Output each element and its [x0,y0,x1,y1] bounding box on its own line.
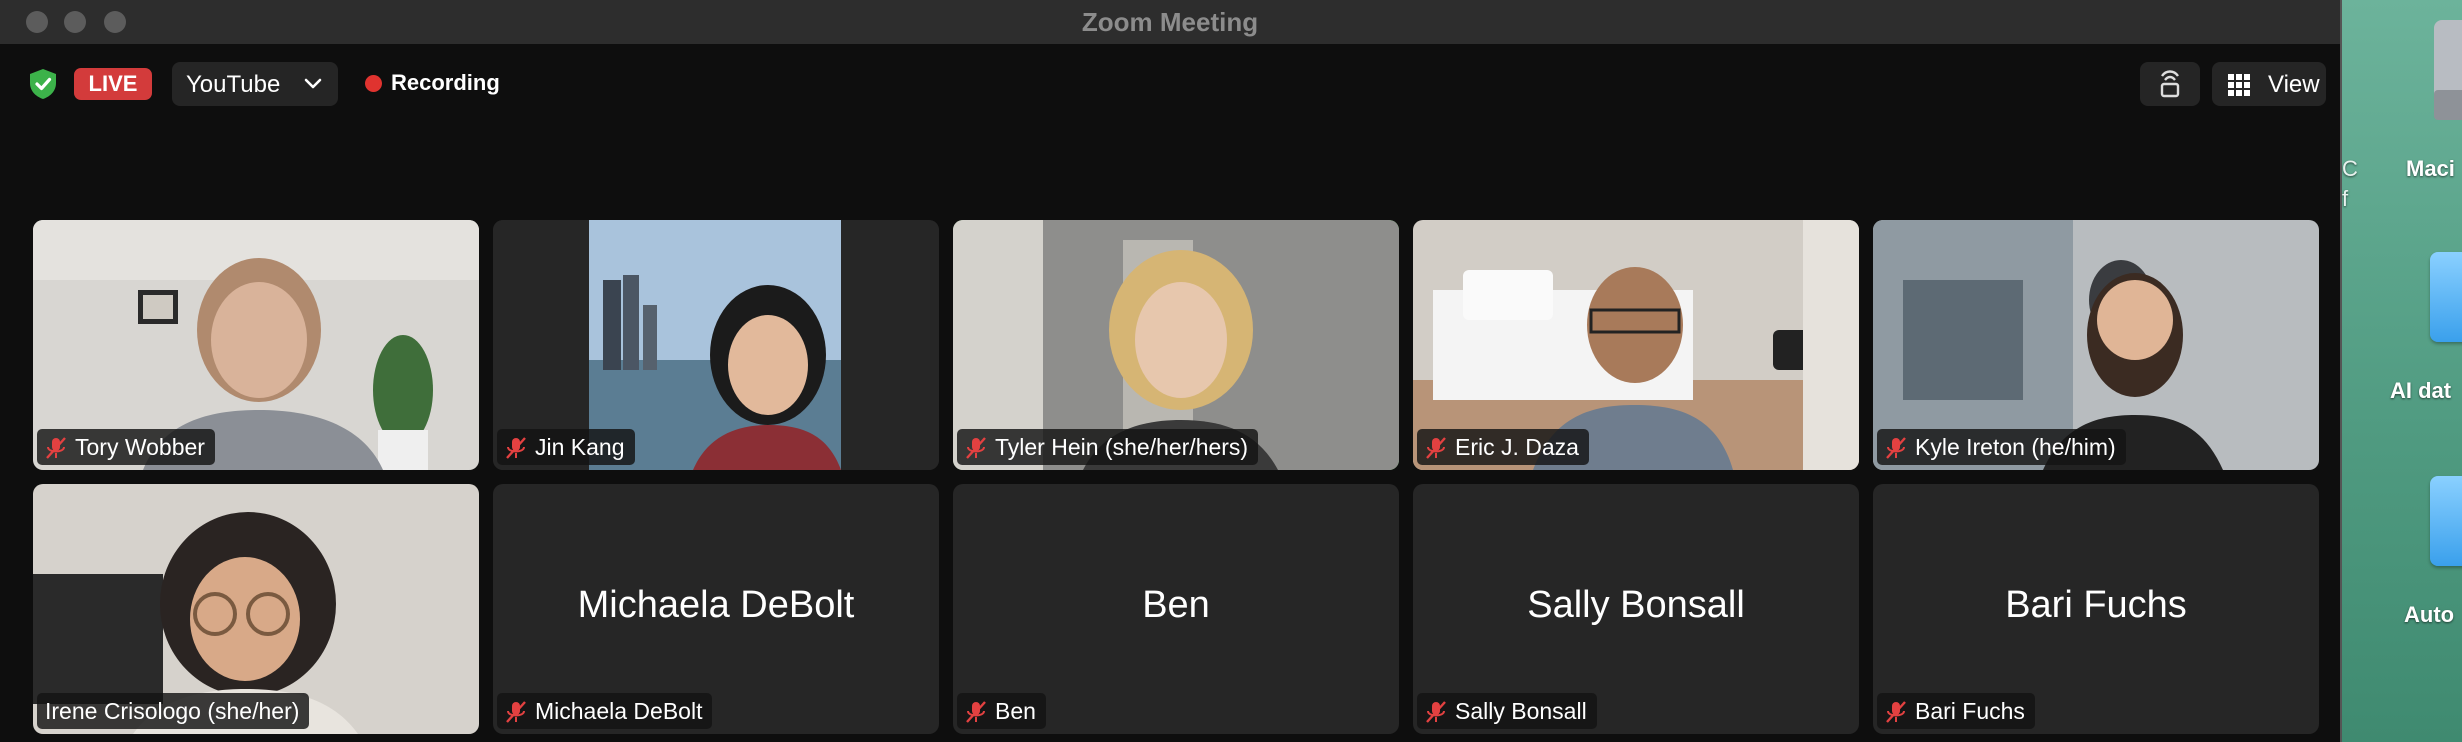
participant-display-name: Bari Fuchs [2005,584,2187,626]
participant-name: Michaela DeBolt [535,698,703,724]
participant-name: Bari Fuchs [1915,698,2025,724]
desktop-icon-label-auto: Auto [2404,602,2455,627]
live-badge[interactable]: LIVE [74,68,152,100]
muted-microphone-icon [966,701,986,723]
participant-tile-no-video[interactable]: Ben Ben [953,484,1399,734]
broadcast-icon [2160,70,2180,98]
participant-name: Tory Wobber [75,434,205,460]
folder-icon[interactable] [2430,252,2462,342]
participant-name: Sally Bonsall [1455,698,1587,724]
participant-tile-no-video[interactable]: Michaela DeBolt Michaela DeBolt [493,484,939,734]
meeting-top-bar [0,44,2340,124]
view-label: View [2268,71,2320,98]
stream-target-label: YouTube [186,71,281,98]
participant-tile-no-video[interactable]: Bari Fuchs Bari Fuchs [1873,484,2319,734]
hard-drive-icon[interactable] [2432,20,2462,128]
view-button[interactable]: View [2212,62,2326,106]
participant-name-tag: Irene Crisologo (she/her) [37,693,310,729]
participant-name: Tyler Hein (she/her/hers) [995,434,1249,460]
participant-name-tag: Tory Wobber [37,429,215,465]
desktop-icon-label-maci: Maci [2406,156,2455,181]
recording-dot-icon [365,75,382,92]
title-bar[interactable]: Zoom Meeting [0,0,2340,45]
desktop-icon-label-ai-dat: AI dat [2390,378,2452,403]
participant-display-name: Michaela DeBolt [577,584,855,626]
broadcast-status-button[interactable] [2140,62,2200,106]
muted-microphone-icon [1886,437,1906,459]
security-shield-icon[interactable] [28,68,58,100]
participant-tile-no-video[interactable]: Sally Bonsall Sally Bonsall [1413,484,1859,734]
participant-name-tag: Sally Bonsall [1417,693,1597,729]
participant-tile[interactable]: Jin Kang [493,220,939,470]
participant-name: Ben [995,698,1036,724]
participant-name-tag: Tyler Hein (she/her/hers) [957,429,1259,465]
stream-target-dropdown[interactable]: YouTube [172,62,338,106]
chevron-down-icon [304,78,322,89]
muted-microphone-icon [1426,437,1446,459]
participant-name-tag: Jin Kang [497,429,635,465]
desktop-partial-text: f [2342,186,2349,211]
participant-name: Irene Crisologo (she/her) [45,698,300,724]
participant-name: Jin Kang [535,434,625,460]
window-title: Zoom Meeting [1081,7,1259,37]
participant-tile[interactable]: Eric J. Daza [1413,220,1859,470]
zoom-meeting-window: Zoom Meeting LIVE YouTube Recording View [0,0,2342,742]
folder-icon[interactable] [2430,476,2462,566]
participant-name: Kyle Ireton (he/him) [1915,434,2116,460]
muted-microphone-icon [1426,701,1446,723]
participant-display-name: Sally Bonsall [1527,584,1745,626]
participant-tile[interactable]: Tory Wobber [33,220,479,470]
participant-name: Eric J. Daza [1455,434,1579,460]
desktop-partial-text: C [2342,156,2358,181]
participant-name-tag: Bari Fuchs [1877,693,2035,729]
participant-display-name: Ben [1142,584,1210,626]
participant-name-tag: Kyle Ireton (he/him) [1877,429,2126,465]
recording-indicator[interactable]: Recording [391,70,500,96]
participant-tile[interactable]: Irene Crisologo (she/her) [33,484,479,734]
participant-name-tag: Ben [957,693,1046,729]
participant-name-tag: Michaela DeBolt [497,693,713,729]
muted-microphone-icon [506,701,526,723]
participant-name-tag: Eric J. Daza [1417,429,1589,465]
muted-microphone-icon [506,437,526,459]
participant-tile[interactable]: Kyle Ireton (he/him) [1873,220,2319,470]
grid-icon [2228,74,2250,96]
muted-microphone-icon [966,437,986,459]
muted-microphone-icon [46,437,66,459]
muted-microphone-icon [1886,701,1906,723]
participant-tile-active-speaker[interactable]: Tyler Hein (she/her/hers) [953,220,1399,470]
